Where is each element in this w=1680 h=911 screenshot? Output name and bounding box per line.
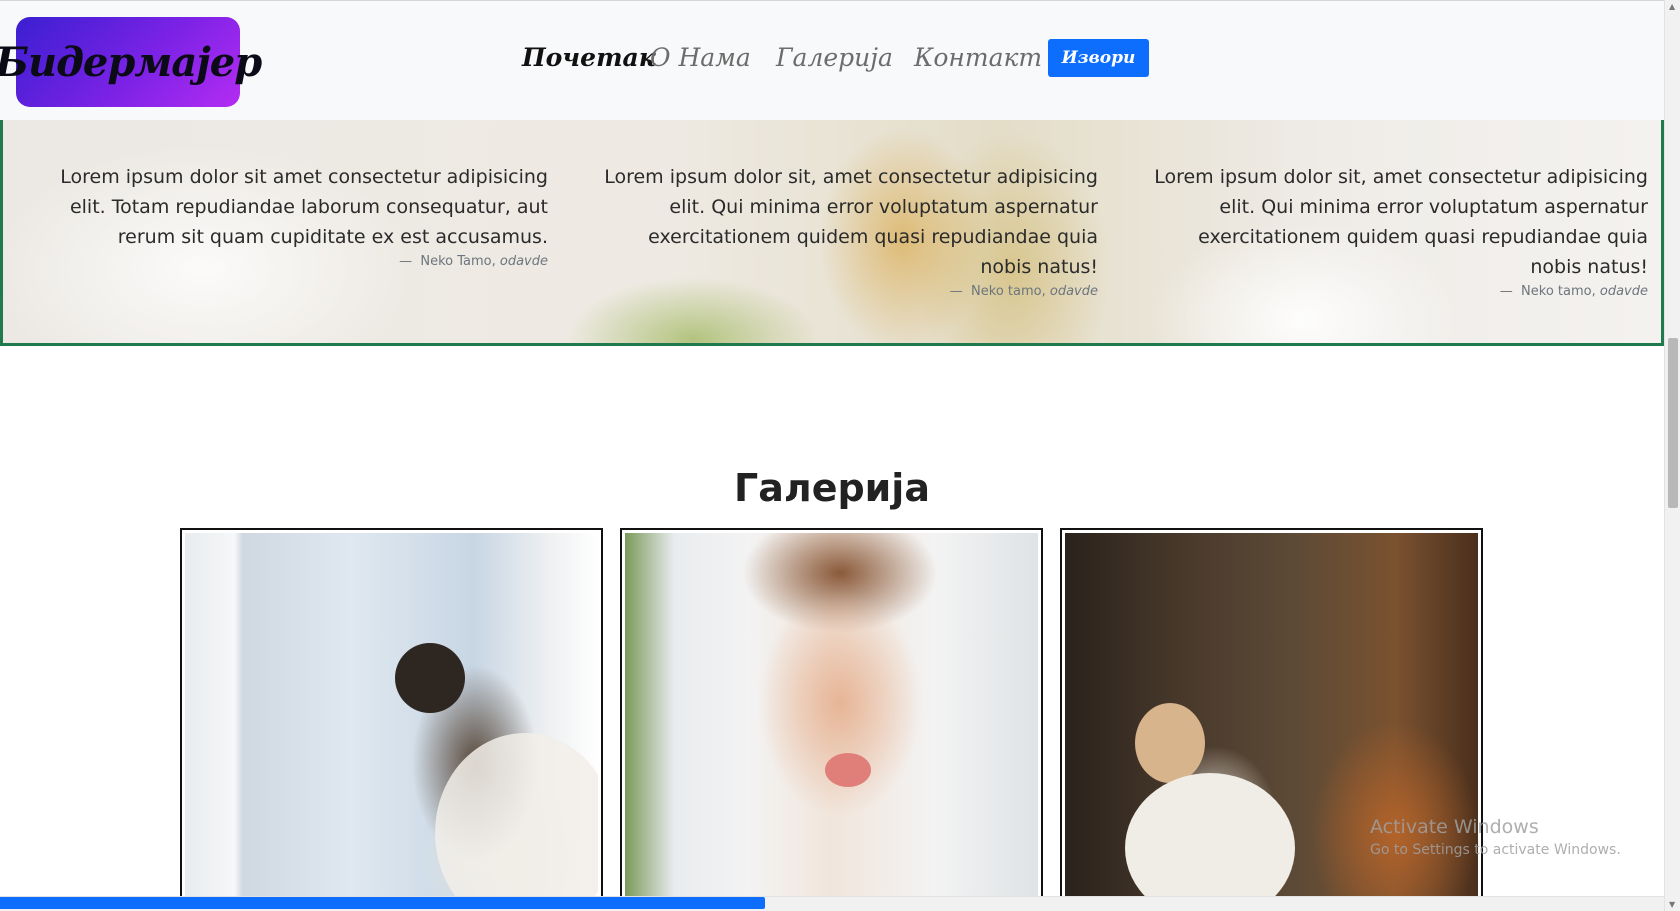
photo-detail (1135, 703, 1205, 783)
testimonial-cite: — Neko tamo, odavde (1148, 284, 1648, 299)
watermark-subtitle: Go to Settings to activate Windows. (1370, 842, 1621, 858)
cite-dash: — (949, 284, 963, 299)
testimonials-section: Lorem ipsum dolor sit amet consectetur a… (0, 120, 1664, 346)
nav-link-about[interactable]: О Нама (650, 43, 751, 72)
brand-logo[interactable]: Бидермајер (0, 17, 262, 107)
brand-text: Бидермајер (0, 38, 262, 86)
cite-author: Neko tamo, (971, 284, 1046, 299)
sources-button[interactable]: Извори (1048, 39, 1149, 77)
testimonial-3: Lorem ipsum dolor sit, amet consectetur … (1148, 162, 1648, 299)
bride-veil-photo (625, 533, 1038, 906)
nav-link-gallery[interactable]: Галерија (776, 43, 893, 72)
cite-source: odavde (1049, 284, 1098, 299)
testimonial-text: Lorem ipsum dolor sit, amet consectetur … (1154, 166, 1648, 278)
cite-dash: — (399, 254, 413, 269)
photo-detail (395, 643, 465, 713)
testimonial-2: Lorem ipsum dolor sit, amet consectetur … (598, 162, 1098, 299)
gallery-card[interactable] (180, 528, 603, 911)
scroll-up-icon[interactable]: ▲ (1669, 2, 1675, 11)
photo-detail (825, 753, 871, 787)
navbar: Бидермајер Почетак О Нама Галерија Конта… (0, 0, 1664, 120)
couple-kiss-photo (185, 533, 598, 906)
photo-detail (435, 733, 598, 906)
cite-author: Neko tamo, (1521, 284, 1596, 299)
cite-author: Neko Tamo, (420, 254, 496, 269)
testimonial-cite: — Neko tamo, odavde (598, 284, 1098, 299)
cite-source: odavde (1599, 284, 1648, 299)
vertical-scrollbar[interactable]: ▲ ▼ (1664, 0, 1680, 911)
testimonial-1: Lorem ipsum dolor sit amet consectetur a… (48, 162, 548, 269)
testimonial-cite: — Neko Tamo, odavde (48, 254, 548, 269)
testimonial-text: Lorem ipsum dolor sit amet consectetur a… (60, 166, 548, 248)
windows-activation-watermark: Activate Windows Go to Settings to activ… (1370, 816, 1621, 858)
testimonial-text: Lorem ipsum dolor sit, amet consectetur … (604, 166, 1098, 278)
nav-link-home[interactable]: Почетак (522, 43, 656, 72)
scrollbar-thumb[interactable] (1668, 338, 1678, 508)
scroll-progress-bar (0, 897, 765, 909)
watermark-title: Activate Windows (1370, 816, 1539, 838)
gallery-title: Галерија (734, 466, 930, 510)
cite-source: odavde (499, 254, 548, 269)
scroll-down-icon[interactable]: ▼ (1669, 900, 1675, 909)
nav-link-contact[interactable]: Контакт (914, 43, 1042, 72)
cite-dash: — (1499, 284, 1513, 299)
photo-detail (1125, 773, 1295, 906)
gallery-card[interactable] (620, 528, 1043, 911)
